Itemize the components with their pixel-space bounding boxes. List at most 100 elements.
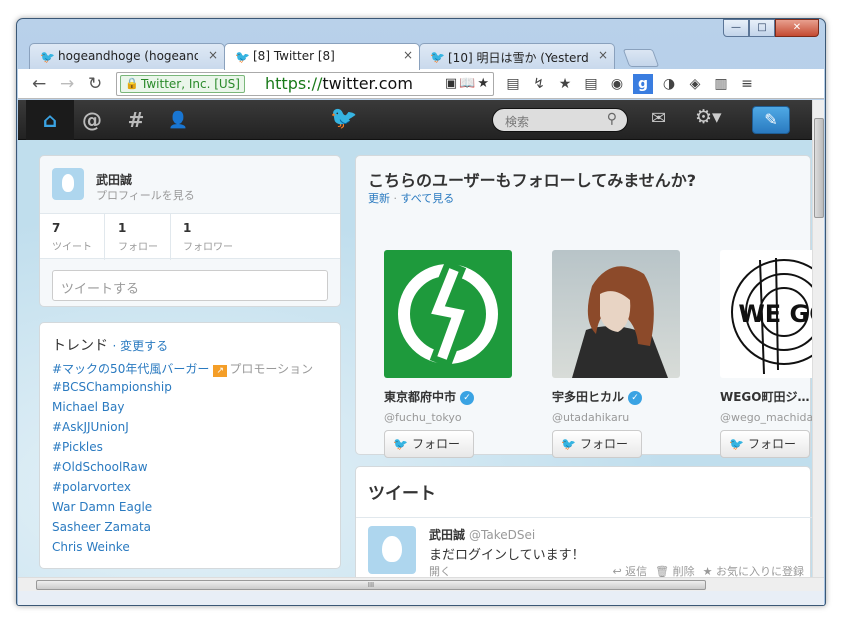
- delete-button[interactable]: 🗑 削除: [655, 565, 694, 577]
- trend-item[interactable]: #OldSchoolRaw: [52, 460, 313, 480]
- trend-item[interactable]: Chris Weinke: [52, 540, 313, 560]
- twitter-bird-icon: 🐦: [430, 50, 445, 64]
- extension-icon[interactable]: ↯: [529, 74, 549, 94]
- chrome-menu-icon[interactable]: ≡: [737, 74, 757, 94]
- trend-item[interactable]: Sasheer Zamata: [52, 520, 313, 540]
- search-placeholder: 検索: [505, 115, 530, 129]
- avatar[interactable]: [52, 168, 84, 200]
- scrollbar-thumb[interactable]: III: [36, 580, 706, 590]
- trend-item[interactable]: #polarvortex: [52, 480, 313, 500]
- tab-label: hogeandhoge (hogeandh: [58, 49, 198, 63]
- window-controls: — □ ✕: [723, 19, 819, 37]
- minimize-button[interactable]: —: [723, 19, 749, 37]
- tab-strip: 🐦 hogeandhoge (hogeandh × 🐦 [8] Twitter …: [29, 43, 819, 70]
- suggestion-name[interactable]: 宇多田ヒカル ✓: [552, 388, 682, 405]
- tab-hogeandhoge[interactable]: 🐦 hogeandhoge (hogeandh ×: [29, 43, 225, 69]
- twitter-bird-icon: 🐦: [561, 437, 576, 451]
- discover-icon[interactable]: #: [114, 100, 158, 140]
- refresh-link[interactable]: 更新: [368, 192, 390, 205]
- trends-card: トレンド · 変更する #マックの50年代風バーガー ↗ プロモーション #BCSC…: [39, 322, 341, 569]
- horizontal-scrollbar[interactable]: III: [18, 577, 824, 591]
- trend-item[interactable]: #BCSChampionship: [52, 380, 313, 400]
- close-window-button[interactable]: ✕: [775, 19, 819, 37]
- stat-count: 1: [183, 221, 192, 235]
- trend-item[interactable]: Michael Bay: [52, 400, 313, 420]
- tweet-item[interactable]: 武田誠 @TakeDSei まだログインしています！ 開く ↩ 返信 🗑 削除 ★ お…: [356, 517, 812, 577]
- trends-change-link[interactable]: · 変更する: [112, 339, 168, 353]
- follow-button[interactable]: 🐦 フォロー: [384, 430, 474, 458]
- tweet-text: まだログインしています！: [429, 548, 585, 563]
- profile-name[interactable]: 武田誠: [96, 171, 132, 188]
- stat-following[interactable]: 1 フォロー: [118, 221, 158, 257]
- suggestion-name[interactable]: 東京都府中市 ✓: [384, 388, 514, 405]
- view-all-link[interactable]: すべて見る: [401, 192, 455, 205]
- home-icon[interactable]: ⌂: [26, 100, 74, 140]
- messages-icon[interactable]: ✉: [651, 108, 666, 129]
- tweet-open-link[interactable]: 開く: [429, 563, 451, 577]
- extension-icon[interactable]: ▤: [503, 74, 523, 94]
- extension-icon[interactable]: ★: [555, 74, 575, 94]
- trend-item[interactable]: #Pickles: [52, 440, 313, 460]
- suggestion-wego: WE GO WEGO町田ジ… @wego_machida 🐦フォロー: [720, 250, 812, 458]
- forward-button[interactable]: →: [60, 74, 74, 94]
- tweet-input[interactable]: ツイートする: [52, 270, 328, 301]
- bookmark-star-icon[interactable]: ▣📖★: [445, 76, 491, 91]
- trends-title: トレンド · 変更する: [52, 335, 168, 355]
- twitter-bird-icon: 🐦: [393, 437, 408, 451]
- url-domain: twitter.com: [322, 74, 413, 93]
- trend-item[interactable]: War Damn Eagle: [52, 500, 313, 520]
- extension-icon[interactable]: ◉: [607, 74, 627, 94]
- vertical-scrollbar[interactable]: [812, 100, 824, 577]
- connect-icon[interactable]: @: [70, 100, 114, 140]
- tab-close-icon[interactable]: ×: [403, 48, 413, 62]
- new-tab-button[interactable]: [622, 49, 660, 67]
- follow-button[interactable]: 🐦 フォロー: [720, 430, 810, 458]
- avatar[interactable]: [368, 526, 416, 574]
- tab-close-icon[interactable]: ×: [208, 48, 218, 62]
- maximize-button[interactable]: □: [749, 19, 775, 37]
- tab-twitter-active[interactable]: 🐦 [8] Twitter [8] ×: [224, 43, 420, 70]
- extension-icon[interactable]: ▤: [581, 74, 601, 94]
- tab-label: [10] 明日は雪か (Yesterd: [448, 51, 588, 65]
- google-icon[interactable]: g: [633, 74, 653, 94]
- browser-toolbar: ← → ↻ 🔒 Twitter, Inc. [US] https://twitte…: [18, 69, 824, 99]
- stat-tweets[interactable]: 7 ツイート: [52, 221, 92, 257]
- extension-icon[interactable]: ▥: [711, 74, 731, 94]
- twitter-logo-icon[interactable]: 🐦: [330, 106, 357, 131]
- compose-tweet-button[interactable]: ✎: [752, 106, 790, 134]
- ev-certificate-badge[interactable]: 🔒 Twitter, Inc. [US]: [120, 75, 245, 93]
- extension-icon[interactable]: ◑: [659, 74, 679, 94]
- verified-badge-icon: ✓: [460, 390, 475, 405]
- trend-item[interactable]: #AskJJUnionJ: [52, 420, 313, 440]
- settings-gear-icon[interactable]: ⚙▾: [695, 106, 722, 128]
- print-icon[interactable]: ◈: [685, 74, 705, 94]
- follow-button[interactable]: 🐦 フォロー: [552, 430, 642, 458]
- reload-button[interactable]: ↻: [88, 74, 102, 94]
- suggestion-name-text: 東京都府中市: [384, 390, 457, 404]
- stat-followers[interactable]: 1 フォロワー: [183, 221, 233, 257]
- search-input[interactable]: 検索 ⚲: [492, 108, 628, 132]
- url-text[interactable]: https://twitter.com: [265, 74, 413, 93]
- reply-button[interactable]: ↩ 返信: [612, 565, 647, 577]
- wego-logo-image[interactable]: WE GO: [720, 250, 812, 378]
- address-bar[interactable]: 🔒 Twitter, Inc. [US] https://twitter.com …: [116, 72, 494, 96]
- tweet-author[interactable]: 武田誠 @TakeDSei: [429, 526, 535, 543]
- tweets-title: ツイート: [368, 484, 436, 504]
- favorite-button[interactable]: ★ お気に入りに登録: [703, 565, 804, 577]
- view-profile-link[interactable]: プロフィールを見る: [96, 187, 195, 203]
- search-icon[interactable]: ⚲: [607, 111, 617, 127]
- tab-yesterday[interactable]: 🐦 [10] 明日は雪か (Yesterd ×: [419, 43, 615, 69]
- divider: [170, 214, 171, 260]
- utada-avatar-image[interactable]: [552, 250, 680, 378]
- promoted-icon: ↗: [213, 365, 228, 377]
- scrollbar-thumb[interactable]: [814, 118, 824, 218]
- fuchu-logo-image[interactable]: [384, 250, 512, 378]
- trends-heading: トレンド: [52, 338, 108, 354]
- suggestion-name[interactable]: WEGO町田ジ…: [720, 388, 812, 405]
- me-icon[interactable]: 👤: [156, 100, 200, 140]
- back-button[interactable]: ←: [32, 74, 46, 94]
- trend-item-promoted[interactable]: #マックの50年代風バーガー ↗ プロモーション: [52, 360, 313, 380]
- suggestion-handle: @fuchu_tokyo: [384, 411, 462, 424]
- tab-close-icon[interactable]: ×: [598, 48, 608, 62]
- stat-count: 7: [52, 221, 61, 235]
